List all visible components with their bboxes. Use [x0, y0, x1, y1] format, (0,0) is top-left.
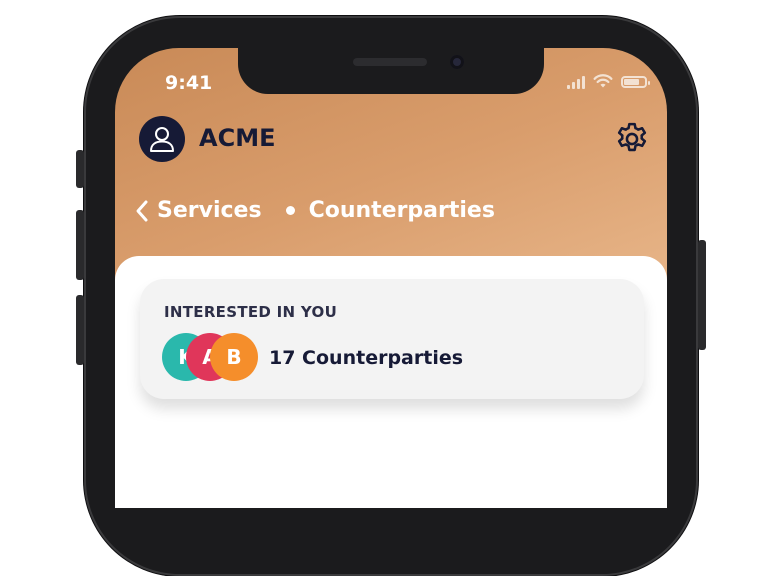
card-title: INTERESTED IN YOU — [164, 303, 338, 321]
breadcrumb-services: Services — [157, 198, 262, 223]
battery-icon — [621, 75, 650, 88]
side-button — [698, 240, 706, 350]
back-button[interactable]: Services — [135, 198, 262, 223]
side-button — [76, 210, 84, 280]
notch — [238, 44, 544, 94]
content-sheet: INTERESTED IN YOU K A B 17 Counterpartie… — [115, 256, 667, 508]
gear-icon — [617, 122, 647, 152]
chevron-left-icon — [136, 200, 148, 221]
interested-card[interactable]: INTERESTED IN YOU K A B 17 Counterpartie… — [140, 279, 644, 399]
battery-level — [624, 78, 639, 85]
profile-avatar[interactable] — [139, 116, 185, 162]
settings-button[interactable] — [613, 120, 651, 158]
user-icon — [150, 127, 174, 152]
avatar-b: B — [210, 333, 258, 381]
counterparties-count: 17 Counterparties — [269, 347, 464, 369]
wifi-icon — [593, 74, 613, 88]
side-button — [76, 295, 84, 365]
avatar-stack: K A B — [162, 333, 262, 383]
side-button — [76, 150, 84, 188]
status-time: 9:41 — [165, 72, 213, 94]
company-name: ACME — [199, 124, 276, 152]
breadcrumb-counterparties: Counterparties — [308, 198, 495, 223]
cellular-signal-icon — [567, 75, 585, 89]
front-camera — [450, 55, 464, 69]
breadcrumb-separator — [285, 206, 295, 215]
phone-screen: 9:41 ACME Services Counterparties INTERE… — [115, 48, 667, 508]
status-icons — [567, 74, 650, 89]
breadcrumb: Services Counterparties — [135, 198, 495, 223]
speaker-grille — [353, 58, 427, 66]
